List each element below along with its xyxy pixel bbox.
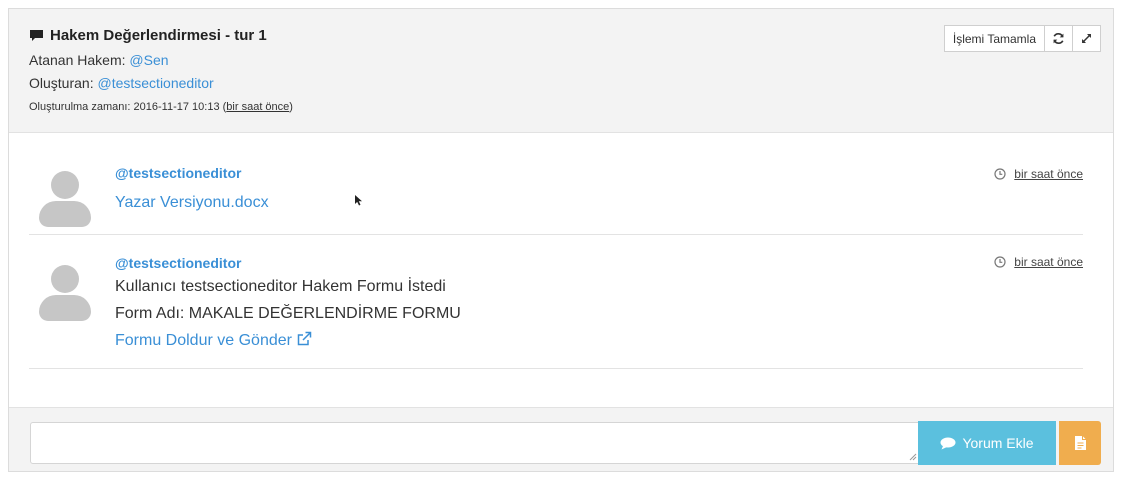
assigned-reviewer-link[interactable]: @Sen: [129, 52, 168, 68]
created-time: Oluşturulma zamanı: 2016-11-17 10:13 (bi…: [29, 101, 293, 113]
clock-icon: [994, 168, 1006, 180]
comment-icon: [940, 437, 956, 449]
avatar: [39, 265, 91, 327]
refresh-icon: [1053, 32, 1064, 45]
avatar: [39, 171, 91, 233]
resize-handle-icon[interactable]: [909, 453, 917, 461]
fill-form-link[interactable]: Formu Doldur ve Gönder: [115, 327, 461, 354]
refresh-button[interactable]: [1045, 25, 1073, 52]
attachment-link[interactable]: Yazar Versiyonu.docx: [115, 189, 269, 216]
add-comment-button[interactable]: Yorum Ekle: [918, 421, 1056, 465]
creator-label: Oluşturan:: [29, 75, 94, 91]
comment-icon: [30, 30, 43, 41]
created-time-relative: bir saat önce: [226, 101, 290, 113]
assigned-reviewer-label: Atanan Hakem:: [29, 52, 126, 68]
attach-file-button[interactable]: [1059, 421, 1101, 465]
review-panel: Hakem Değerlendirmesi - tur 1 Atanan Hak…: [8, 8, 1114, 472]
entry-time: bir saat önce: [994, 167, 1083, 181]
created-time-label: Oluşturulma zamanı: 2016-11-17 10:13 (: [29, 101, 227, 113]
created-time-close: ): [289, 101, 293, 113]
entry-content: @testsectioneditor Kullanıcı testsection…: [115, 255, 461, 354]
list-item: @testsectioneditor Kullanıcı testsection…: [29, 235, 1083, 369]
expand-icon: [1082, 34, 1091, 43]
creator-link[interactable]: @testsectioneditor: [97, 75, 213, 91]
entry-text-line: Kullanıcı testsectioneditor Hakem Formu …: [115, 278, 446, 295]
clock-icon: [994, 256, 1006, 268]
entry-time-text: bir saat önce: [1014, 255, 1083, 269]
expand-button[interactable]: [1073, 25, 1101, 52]
panel-header: Hakem Değerlendirmesi - tur 1 Atanan Hak…: [9, 9, 1113, 133]
complete-process-button[interactable]: İşlemi Tamamla: [943, 25, 1045, 52]
mouse-cursor-icon: [355, 195, 362, 206]
entry-time: bir saat önce: [994, 255, 1083, 269]
entry-content: @testsectioneditor Yazar Versiyonu.docx: [115, 165, 269, 216]
file-icon: [1074, 436, 1086, 450]
entry-text-line: Form Adı: MAKALE DEĞERLENDİRME FORMU: [115, 305, 461, 322]
comment-input[interactable]: [30, 422, 920, 464]
activity-list: @testsectioneditor Yazar Versiyonu.docx …: [29, 135, 1083, 369]
assigned-reviewer: Atanan Hakem: @Sen: [29, 52, 169, 68]
panel-title: Hakem Değerlendirmesi - tur 1: [29, 27, 267, 44]
creator: Oluşturan: @testsectioneditor: [29, 75, 214, 91]
header-button-group: İşlemi Tamamla: [943, 25, 1101, 52]
panel-title-text: Hakem Değerlendirmesi - tur 1: [50, 27, 267, 44]
comment-footer: Yorum Ekle: [9, 407, 1113, 471]
external-link-icon: [297, 331, 312, 346]
entry-user-link[interactable]: @testsectioneditor: [115, 165, 269, 181]
list-item: @testsectioneditor Yazar Versiyonu.docx …: [29, 135, 1083, 235]
entry-time-text: bir saat önce: [1014, 167, 1083, 181]
add-comment-label[interactable]: Yorum Ekle: [962, 435, 1033, 451]
entry-user-link[interactable]: @testsectioneditor: [115, 255, 461, 271]
fill-form-link-text[interactable]: Formu Doldur ve Gönder: [115, 332, 292, 349]
